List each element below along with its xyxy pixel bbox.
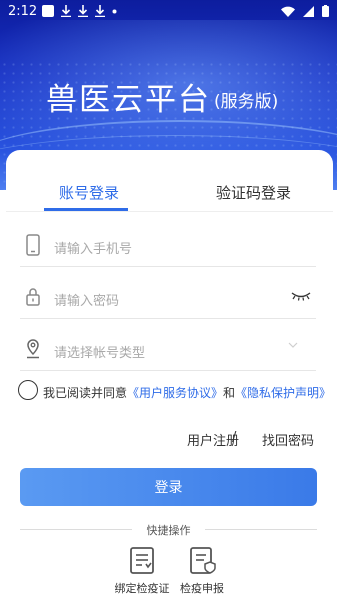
agreement-prefix: 我已阅读并同意 bbox=[43, 386, 128, 400]
divider-line-right bbox=[205, 529, 317, 530]
tab-account-login[interactable]: 账号登录 bbox=[59, 182, 119, 203]
app-notification-icon bbox=[42, 5, 54, 17]
app-title: 兽医云平台 bbox=[46, 82, 211, 118]
quick-ops-title: 快捷操作 bbox=[146, 524, 191, 537]
account-type-select[interactable]: 请选择帐号类型 bbox=[20, 330, 316, 371]
quarantine-declaration-button[interactable]: 检疫申报 bbox=[172, 546, 232, 596]
status-bar: 2:12 bbox=[0, 0, 337, 24]
password-field[interactable]: 请输入密码 bbox=[20, 278, 316, 319]
tab-divider bbox=[6, 211, 333, 212]
login-button[interactable]: 登录 bbox=[20, 468, 317, 506]
bind-certificate-button[interactable]: 绑定检疫证 bbox=[112, 546, 172, 596]
lock-icon bbox=[26, 288, 40, 306]
account-type-placeholder[interactable]: 请选择帐号类型 bbox=[54, 342, 145, 361]
agreement-text: 我已阅读并同意《用户服务协议》和《隐私保护声明》 bbox=[43, 384, 331, 401]
links-separator: / bbox=[232, 430, 237, 445]
signal-icon bbox=[303, 5, 314, 17]
app-subtitle: (服务版) bbox=[214, 92, 279, 112]
phone-icon bbox=[26, 234, 40, 256]
download-icon bbox=[61, 5, 71, 17]
login-card: 账号登录 验证码登录 请输入手机号 请输入密码 请选择帐号类型 我已阅读并同意《… bbox=[6, 150, 333, 610]
eye-closed-icon[interactable] bbox=[290, 290, 312, 302]
agreement-row: 我已阅读并同意《用户服务协议》和《隐私保护声明》 bbox=[18, 378, 331, 404]
password-input[interactable]: 请输入密码 bbox=[54, 290, 119, 309]
agreement-checkbox[interactable] bbox=[18, 380, 38, 400]
agreement-and: 和 bbox=[223, 386, 236, 400]
service-agreement-link[interactable]: 《用户服务协议》 bbox=[127, 386, 223, 400]
declaration-icon bbox=[190, 547, 216, 574]
download-icon bbox=[95, 5, 105, 17]
declaration-label: 检疫申报 bbox=[180, 582, 224, 595]
tab-sms-login[interactable]: 验证码登录 bbox=[216, 182, 291, 203]
download-icon bbox=[78, 5, 88, 17]
certificate-icon bbox=[130, 547, 154, 574]
location-pin-icon bbox=[27, 339, 39, 359]
battery-icon bbox=[322, 5, 329, 17]
phone-field[interactable]: 请输入手机号 bbox=[20, 226, 316, 267]
dot-icon bbox=[112, 9, 117, 13]
privacy-statement-link[interactable]: 《隐私保护声明》 bbox=[235, 386, 331, 400]
forgot-password-link[interactable]: 找回密码 bbox=[262, 430, 314, 449]
bind-certificate-label: 绑定检疫证 bbox=[114, 582, 170, 595]
wifi-icon bbox=[281, 6, 295, 17]
notification-icons bbox=[42, 5, 117, 17]
phone-input[interactable]: 请输入手机号 bbox=[54, 238, 132, 257]
quick-ops-divider: 快捷操作 bbox=[20, 522, 317, 537]
system-icons bbox=[281, 5, 329, 17]
status-time: 2:12 bbox=[8, 4, 38, 19]
chevron-down-icon[interactable] bbox=[288, 342, 298, 348]
